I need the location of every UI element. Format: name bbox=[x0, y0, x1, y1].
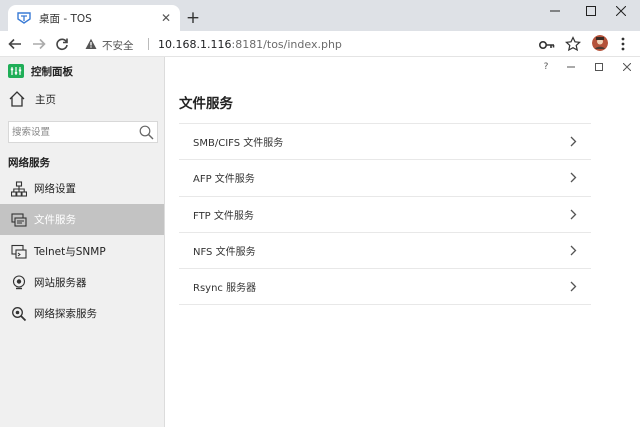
web-server-icon bbox=[11, 274, 27, 291]
browser-toolbar: 不安全 10.168.1.116:8181/tos/index.php bbox=[0, 31, 640, 57]
help-button[interactable]: ? bbox=[538, 60, 554, 74]
forward-button[interactable] bbox=[30, 35, 48, 53]
url-host: 10.168.1.116 bbox=[158, 38, 232, 51]
page-title: 文件服务 bbox=[179, 96, 233, 112]
security-status[interactable]: 不安全 bbox=[102, 38, 134, 53]
chevron-right-icon bbox=[569, 281, 577, 293]
sidebar-item-home[interactable]: 主页 bbox=[8, 88, 56, 110]
url-text[interactable]: 10.168.1.116:8181/tos/index.php bbox=[158, 38, 342, 51]
service-row-rsync[interactable]: Rsync 服务器 bbox=[179, 269, 591, 306]
window-close-button[interactable] bbox=[598, 0, 640, 22]
service-label: SMB/CIFS 文件服务 bbox=[193, 138, 284, 150]
service-row-ftp[interactable]: FTP 文件服务 bbox=[179, 197, 591, 233]
service-label: FTP 文件服务 bbox=[193, 210, 254, 222]
sidebar-item-label: Telnet与SNMP bbox=[34, 246, 106, 258]
sidebar-item-file-services[interactable]: 文件服务 bbox=[0, 204, 164, 235]
control-panel-logo-icon bbox=[8, 64, 24, 78]
tab-title: 桌面 - TOS bbox=[39, 12, 92, 25]
sidebar-item-label: 网络设置 bbox=[34, 183, 76, 195]
chevron-right-icon bbox=[569, 245, 577, 257]
browser-tab[interactable]: 桌面 - TOS ✕ bbox=[8, 5, 180, 31]
section-network-services: 网络服务 bbox=[8, 157, 50, 169]
control-panel-app: 控制面板 主页 网络服务 网络设置 文件服务 bbox=[0, 57, 640, 427]
chevron-right-icon bbox=[569, 172, 577, 184]
sidebar-item-telnet-snmp[interactable]: Telnet与SNMP bbox=[0, 236, 164, 267]
settings-search[interactable] bbox=[8, 121, 158, 143]
network-icon bbox=[11, 180, 27, 197]
search-icon[interactable] bbox=[139, 125, 154, 140]
omnibox-divider bbox=[148, 38, 149, 50]
bookmark-star-icon[interactable] bbox=[565, 36, 581, 52]
sidebar-header: 控制面板 bbox=[8, 63, 73, 79]
sidebar-title: 控制面板 bbox=[31, 65, 73, 78]
new-tab-button[interactable]: + bbox=[184, 8, 202, 28]
tab-strip: 桌面 - TOS ✕ + bbox=[0, 0, 640, 31]
sidebar-item-label: 网站服务器 bbox=[34, 277, 87, 289]
home-label: 主页 bbox=[35, 93, 56, 106]
panel-maximize-button[interactable] bbox=[591, 60, 607, 74]
close-tab-icon[interactable]: ✕ bbox=[158, 10, 174, 26]
sidebar-item-label: 网络探索服务 bbox=[34, 308, 97, 320]
profile-avatar[interactable] bbox=[592, 35, 608, 51]
warning-icon[interactable] bbox=[84, 37, 98, 51]
sidebar-item-label: 文件服务 bbox=[34, 214, 76, 226]
tos-favicon-icon bbox=[17, 11, 31, 25]
service-label: Rsync 服务器 bbox=[193, 283, 257, 295]
file-service-icon bbox=[11, 212, 27, 228]
service-label: NFS 文件服务 bbox=[193, 247, 256, 259]
service-list: SMB/CIFS 文件服务 AFP 文件服务 FTP 文件服务 NFS 文件服务… bbox=[179, 123, 591, 306]
url-path: :8181/tos/index.php bbox=[231, 38, 342, 51]
back-button[interactable] bbox=[6, 35, 24, 53]
sidebar-item-network-discovery[interactable]: 网络探索服务 bbox=[0, 298, 164, 329]
home-icon bbox=[8, 90, 26, 108]
forward-arrow-icon bbox=[33, 38, 46, 50]
chevron-right-icon bbox=[569, 208, 577, 220]
sidebar-item-network-settings[interactable]: 网络设置 bbox=[0, 173, 164, 204]
service-label: AFP 文件服务 bbox=[193, 174, 255, 186]
panel-close-button[interactable] bbox=[619, 60, 635, 74]
reload-icon bbox=[56, 38, 68, 51]
panel-minimize-button[interactable] bbox=[563, 60, 579, 74]
service-row-nfs[interactable]: NFS 文件服务 bbox=[179, 233, 591, 270]
discovery-icon bbox=[11, 306, 27, 322]
service-row-afp[interactable]: AFP 文件服务 bbox=[179, 160, 591, 197]
sidebar-item-web-server[interactable]: 网站服务器 bbox=[0, 267, 164, 298]
terminal-icon bbox=[11, 244, 27, 260]
reload-button[interactable] bbox=[53, 35, 71, 53]
service-row-smb[interactable]: SMB/CIFS 文件服务 bbox=[179, 124, 591, 161]
sidebar: 控制面板 主页 网络服务 网络设置 文件服务 bbox=[0, 57, 165, 427]
search-input[interactable] bbox=[12, 124, 132, 140]
key-icon[interactable] bbox=[538, 37, 555, 51]
more-menu-icon[interactable] bbox=[617, 36, 629, 52]
address-bar[interactable]: 不安全 10.168.1.116:8181/tos/index.php bbox=[78, 33, 586, 55]
back-arrow-icon bbox=[8, 38, 21, 50]
chevron-right-icon bbox=[569, 136, 577, 148]
main-panel: ? 文件服务 SMB/CIFS 文件服务 AFP 文件服务 FTP 文件服务 N… bbox=[166, 57, 640, 427]
